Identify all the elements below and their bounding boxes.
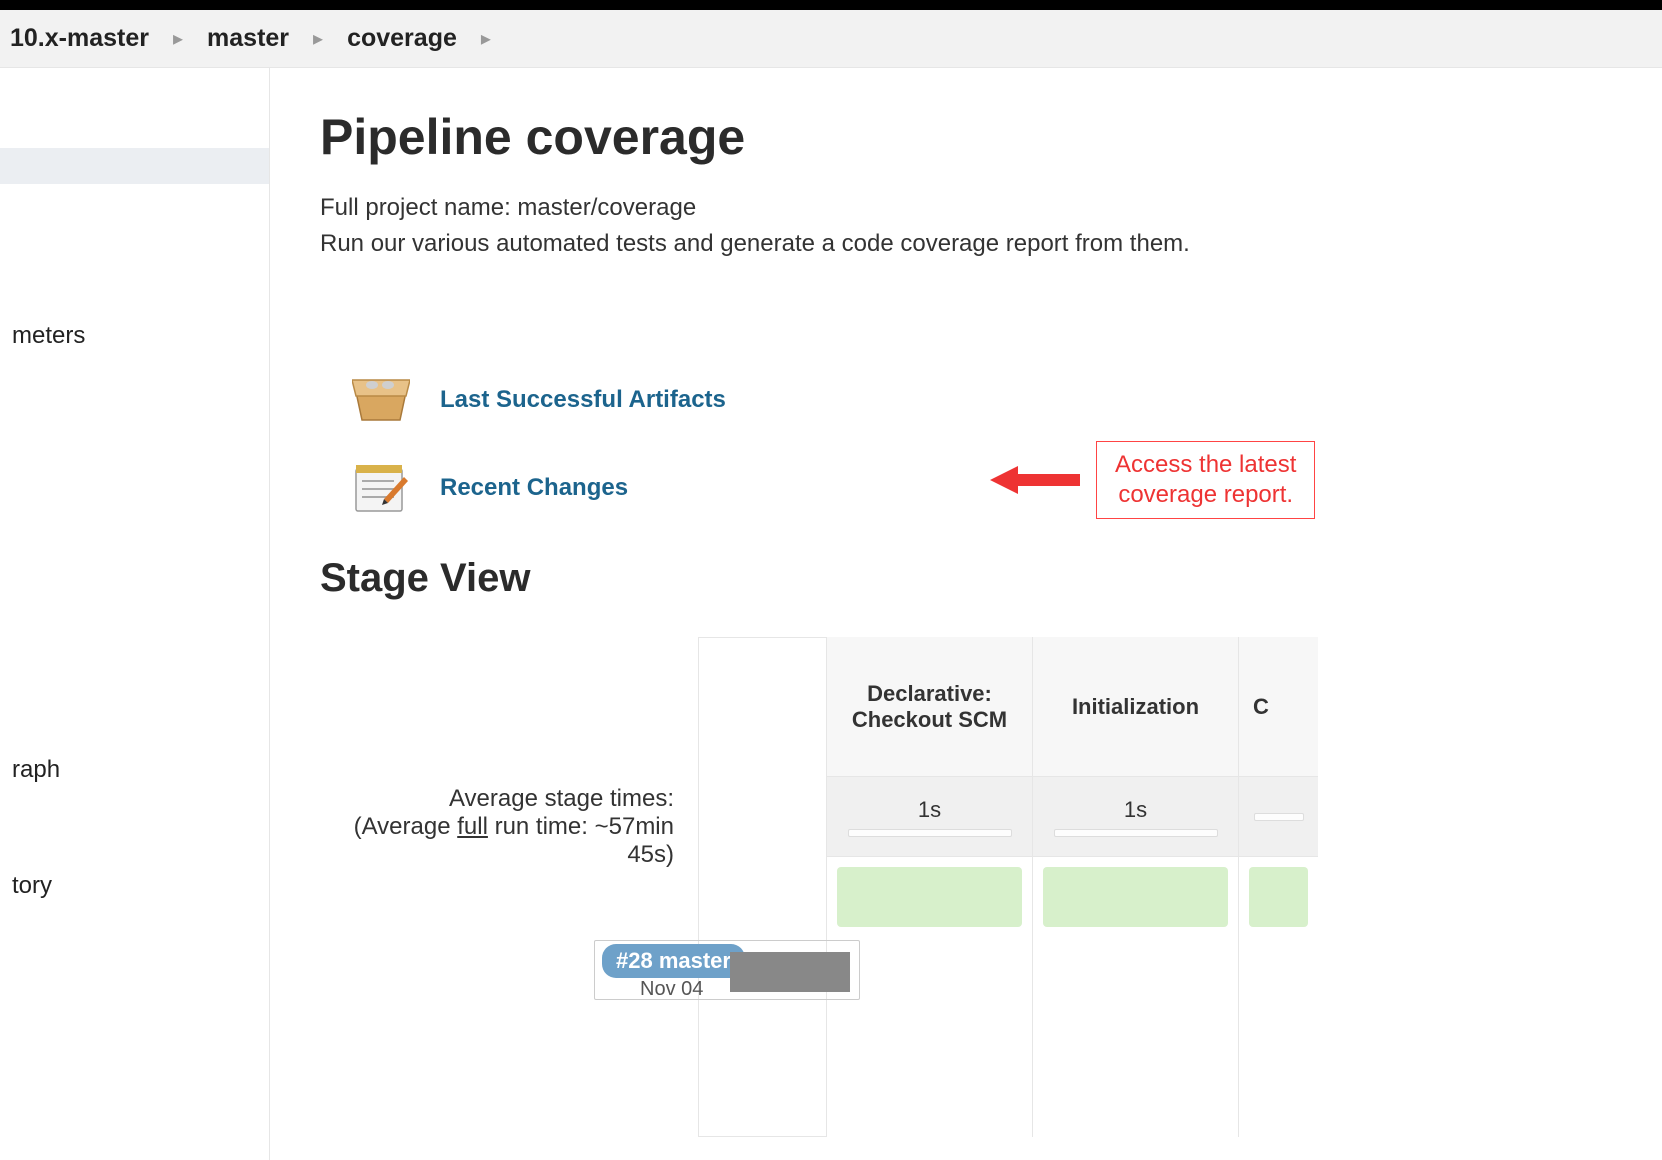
chevron-right-icon: ▸ [173, 26, 183, 51]
stage-run-cell[interactable] [1043, 867, 1228, 927]
stage-name: Initialization [1033, 637, 1238, 777]
package-icon [350, 372, 412, 428]
avg-full-runtime-label: (Average full run time: ~57min [320, 813, 674, 841]
notepad-icon [350, 460, 412, 516]
avg-stage-times-label: Average stage times: [320, 785, 674, 813]
stage-name: C [1239, 637, 1318, 777]
breadcrumb-item[interactable]: coverage [347, 24, 457, 53]
sidebar-item[interactable] [0, 148, 269, 184]
stage-run-cell[interactable] [837, 867, 1022, 927]
stage-column: Declarative: Checkout SCM 1s [826, 637, 1032, 1137]
main-content: Pipeline coverage Full project name: mas… [270, 68, 1662, 1160]
breadcrumb-item[interactable]: 10.x-master [10, 24, 149, 53]
page-title: Pipeline coverage [320, 108, 1662, 166]
full-project-name: Full project name: master/coverage [320, 190, 1662, 226]
sidebar-item[interactable]: tory [0, 854, 269, 918]
page-description: Run our various automated tests and gene… [320, 226, 1662, 262]
stage-avg-time [1239, 777, 1318, 857]
changes-link-text: Recent Changes [440, 474, 628, 502]
stage-column: Initialization 1s [1032, 637, 1238, 1137]
stage-column: C [1238, 637, 1318, 1137]
stage-avg-time: 1s [827, 777, 1032, 857]
arrow-left-icon [990, 460, 1080, 500]
avg-full-runtime-value: 45s) [320, 841, 674, 869]
annotation-text: Access the latest coverage report. [1096, 441, 1315, 519]
chevron-right-icon: ▸ [313, 26, 323, 51]
breadcrumb: 10.x-master ▸ master ▸ coverage ▸ [0, 10, 1662, 68]
sidebar-item[interactable]: meters [0, 304, 269, 368]
build-number-box [730, 952, 850, 992]
topbar-black [0, 0, 1662, 10]
stage-name: Declarative: Checkout SCM [827, 637, 1032, 777]
artifacts-link-text: Last Successful Artifacts [440, 386, 726, 414]
sidebar-item[interactable]: raph [0, 738, 269, 802]
build-pill[interactable]: #28 master [602, 944, 745, 978]
annotation-callout: Access the latest coverage report. [990, 441, 1315, 519]
sidebar: meters raph tory [0, 68, 270, 1160]
chevron-right-icon: ▸ [481, 26, 491, 51]
stage-view-title: Stage View [320, 556, 1662, 601]
artifacts-link[interactable]: Last Successful Artifacts [350, 372, 1662, 428]
stage-avg-time: 1s [1033, 777, 1238, 857]
breadcrumb-item[interactable]: master [207, 24, 289, 53]
stage-run-cell[interactable] [1249, 867, 1308, 927]
build-date: Nov 04 [640, 978, 703, 1001]
